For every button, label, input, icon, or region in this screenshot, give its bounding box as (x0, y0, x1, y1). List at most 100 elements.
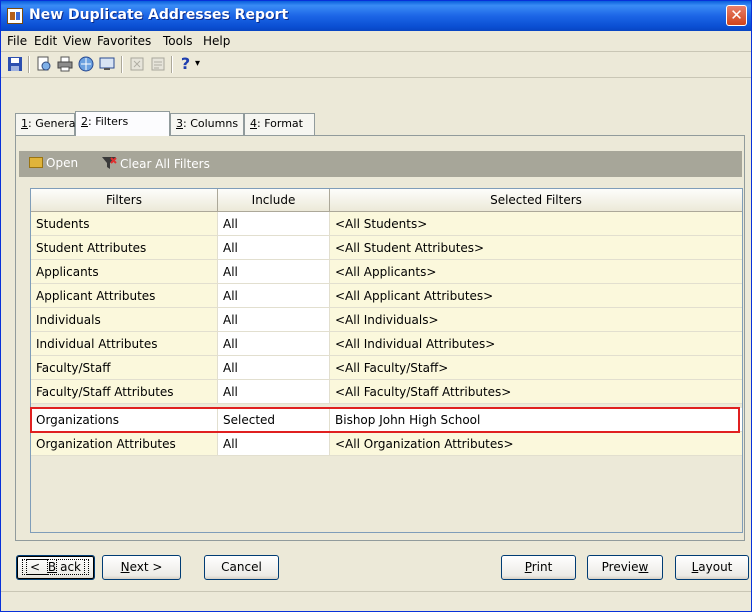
column-header-include[interactable]: Include (218, 189, 330, 211)
selected-filters-cell[interactable]: <All Faculty/Staff Attributes> (330, 380, 742, 404)
tab-format-key: 4 (250, 117, 257, 130)
table-row[interactable]: Student Attributes All <All Student Attr… (31, 236, 742, 260)
include-cell[interactable]: All (218, 308, 330, 332)
tab-columns-key: 3 (176, 117, 183, 130)
selected-filters-cell[interactable]: <All Applicant Attributes> (330, 284, 742, 308)
clear-all-filters-button[interactable]: Clear All Filters (101, 156, 210, 171)
table-row[interactable]: Applicant Attributes All <All Applicant … (31, 284, 742, 308)
table-row[interactable]: Applicants All <All Applicants> (31, 260, 742, 284)
open-button[interactable]: Open (29, 156, 78, 170)
filter-name-cell[interactable]: Student Attributes (31, 236, 218, 260)
preview-button[interactable]: Preview (587, 555, 663, 580)
selected-filters-cell[interactable]: <All Individual Attributes> (330, 332, 742, 356)
window-title: New Duplicate Addresses Report (29, 7, 289, 23)
toolbar-separator (121, 56, 123, 73)
print-key: P (524, 560, 532, 574)
tab-general-label: : General (28, 117, 79, 130)
print-button[interactable]: Print (501, 555, 576, 580)
menu-help[interactable]: Help (203, 34, 230, 48)
include-cell[interactable]: All (218, 284, 330, 308)
menu-view[interactable]: View (63, 34, 91, 48)
delete-icon[interactable] (129, 56, 146, 73)
next-button[interactable]: Next > (102, 555, 181, 580)
menu-tools[interactable]: Tools (163, 34, 193, 48)
toolbar-separator (28, 56, 30, 73)
table-row[interactable]: Students All <All Students> (31, 212, 742, 236)
back-rest: ack (56, 559, 85, 575)
next-key: N (120, 560, 130, 574)
grid-header: Filters Include Selected Filters (31, 189, 742, 212)
back-prefix: < (25, 559, 48, 575)
title-bar: New Duplicate Addresses Report ✕ (1, 1, 751, 31)
tab-general-key: 1 (21, 117, 28, 130)
save-icon[interactable] (7, 56, 24, 73)
help-dropdown-icon[interactable]: ▾ (195, 56, 205, 73)
folder-icon (29, 157, 43, 168)
tab-format[interactable]: 4: Format (244, 113, 315, 135)
include-cell[interactable]: All (218, 380, 330, 404)
include-cell[interactable]: All (218, 260, 330, 284)
selected-filters-cell[interactable]: <All Applicants> (330, 260, 742, 284)
print-rest: rint (531, 560, 553, 574)
tab-format-label: : Format (257, 117, 303, 130)
report-window: New Duplicate Addresses Report ✕ File Ed… (0, 0, 752, 612)
filter-name-cell[interactable]: Faculty/Staff Attributes (31, 380, 218, 404)
table-row[interactable]: Organization Attributes All <All Organiz… (31, 432, 742, 456)
filter-name-cell[interactable]: Organization Attributes (31, 432, 218, 456)
selected-filters-cell[interactable]: Bishop John High School (330, 408, 742, 432)
back-button[interactable]: < Back (16, 555, 95, 580)
table-row[interactable]: Faculty/Staff Attributes All <All Facult… (31, 380, 742, 404)
toolbar-separator (171, 56, 173, 73)
filter-name-cell[interactable]: Students (31, 212, 218, 236)
table-row[interactable]: Organizations Selected Bishop John High … (31, 408, 742, 432)
toolbar: ? ▾ (1, 52, 751, 78)
column-header-filters[interactable]: Filters (31, 189, 218, 211)
printer-icon[interactable] (57, 56, 74, 73)
filter-name-cell[interactable]: Individual Attributes (31, 332, 218, 356)
tab-columns-label: : Columns (183, 117, 239, 130)
layout-rest: ayout (698, 560, 733, 574)
include-cell[interactable]: Selected (218, 408, 330, 432)
selected-filters-cell[interactable]: <All Faculty/Staff> (330, 356, 742, 380)
back-key: B (47, 560, 57, 574)
tab-columns[interactable]: 3: Columns (170, 113, 244, 135)
selected-filters-cell[interactable]: <All Students> (330, 212, 742, 236)
filter-name-cell[interactable]: Applicants (31, 260, 218, 284)
tab-filters-key: 2 (81, 115, 88, 128)
filter-name-cell[interactable]: Organizations (31, 408, 218, 432)
cancel-button[interactable]: Cancel (204, 555, 279, 580)
menu-bar: File Edit View Favorites Tools Help (1, 31, 751, 52)
selected-filters-cell[interactable]: <All Individuals> (330, 308, 742, 332)
include-cell[interactable]: All (218, 332, 330, 356)
help-icon[interactable]: ? (177, 56, 194, 73)
email-icon[interactable] (78, 56, 95, 73)
tab-general[interactable]: 1: General (15, 113, 79, 135)
filters-grid: Filters Include Selected Filters Student… (30, 188, 743, 533)
tab-filters[interactable]: 2: Filters (75, 111, 170, 136)
table-row[interactable]: Faculty/Staff All <All Faculty/Staff> (31, 356, 742, 380)
filter-name-cell[interactable]: Individuals (31, 308, 218, 332)
filter-name-cell[interactable]: Faculty/Staff (31, 356, 218, 380)
menu-file[interactable]: File (7, 34, 27, 48)
clear-filter-icon (102, 157, 117, 169)
include-cell[interactable]: All (218, 236, 330, 260)
properties-icon[interactable] (150, 56, 167, 73)
selected-filters-cell[interactable]: <All Student Attributes> (330, 236, 742, 260)
column-header-selected-filters[interactable]: Selected Filters (330, 189, 742, 211)
filter-name-cell[interactable]: Applicant Attributes (31, 284, 218, 308)
menu-favorites[interactable]: Favorites (97, 34, 151, 48)
app-icon (7, 8, 23, 24)
menu-edit[interactable]: Edit (34, 34, 57, 48)
print-preview-icon[interactable] (36, 56, 53, 73)
include-cell[interactable]: All (218, 356, 330, 380)
table-row[interactable]: Individuals All <All Individuals> (31, 308, 742, 332)
close-button[interactable]: ✕ (726, 5, 747, 26)
export-icon[interactable] (99, 56, 116, 73)
selected-filters-cell[interactable]: <All Organization Attributes> (330, 432, 742, 456)
table-row[interactable]: Individual Attributes All <All Individua… (31, 332, 742, 356)
include-cell[interactable]: All (218, 212, 330, 236)
filters-toolbar: Open Clear All Filters (19, 151, 742, 177)
preview-pre: Previe (601, 560, 639, 574)
include-cell[interactable]: All (218, 432, 330, 456)
layout-button[interactable]: Layout (675, 555, 749, 580)
